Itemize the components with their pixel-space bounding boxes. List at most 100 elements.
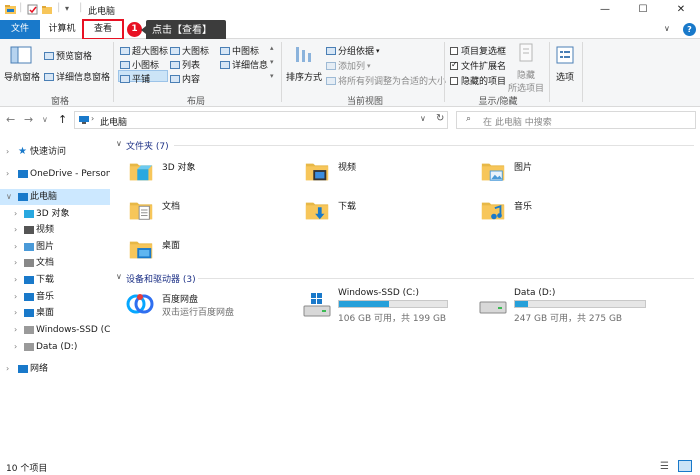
layout-scroll-up-icon[interactable]: ▴ <box>270 44 274 52</box>
folder-item[interactable]: 下载 <box>304 195 464 229</box>
device-data-drive[interactable]: Data (D:) 247 GB 可用，共 275 GB <box>478 288 648 324</box>
folder-item[interactable]: 3D 对象 <box>128 156 288 190</box>
layout-l-icons-label: 大图标 <box>182 47 210 57</box>
layout-list[interactable]: 列表 <box>170 58 200 71</box>
layout-details[interactable]: 详细信息 <box>220 58 268 71</box>
computer-icon <box>18 193 28 201</box>
file-extensions-toggle[interactable]: 文件扩展名 <box>450 59 506 72</box>
collapse-folders-icon[interactable]: ∨ <box>116 139 122 148</box>
large-icons-view-icon[interactable] <box>678 460 692 472</box>
chevron-right-icon[interactable]: › <box>6 144 9 160</box>
device-baidu-netdisk[interactable]: 百度网盘 双击运行百度网盘 <box>126 290 276 320</box>
folder-item[interactable]: 视频 <box>304 156 464 190</box>
folder-item[interactable]: 文档 <box>128 195 288 229</box>
tab-file[interactable]: 文件 <box>0 20 40 39</box>
device-name: 百度网盘 <box>162 295 199 305</box>
sort-by-button[interactable]: 排序方式 <box>286 45 322 83</box>
item-checkboxes-toggle[interactable]: 项目复选框 <box>450 44 506 57</box>
properties-icon[interactable] <box>27 4 38 15</box>
folder-item[interactable]: 桌面 <box>128 234 288 268</box>
options-button[interactable]: 选项 <box>552 45 578 83</box>
group-by-button[interactable]: 分组依据 ▾ <box>326 44 380 57</box>
layout-xl-icons[interactable]: 超大图标 <box>120 44 168 57</box>
step-number-badge: 1 <box>127 22 142 37</box>
close-button[interactable]: ✕ <box>662 0 700 20</box>
add-column-button[interactable]: 添加列 ▾ <box>326 59 371 72</box>
chevron-right-icon[interactable]: › <box>14 239 17 255</box>
layout-tiles[interactable]: 平铺 <box>120 72 150 85</box>
chevron-right-icon[interactable]: › <box>14 222 17 238</box>
explorer-icon <box>5 5 16 14</box>
chevron-right-icon[interactable]: › <box>14 322 17 338</box>
chevron-right-icon[interactable]: › <box>14 255 17 271</box>
sidebar-item-star[interactable]: › ★ 快速访问 <box>0 144 110 160</box>
chevron-right-icon[interactable]: › <box>14 272 17 288</box>
nav-pane-button[interactable]: 导航窗格 <box>4 45 40 83</box>
sidebar-item-label: 文档 <box>36 258 55 268</box>
fit-columns-button[interactable]: 将所有列调整为合适的大小 <box>326 74 446 87</box>
drive-usage-fill <box>515 301 529 307</box>
refresh-icon[interactable]: ↻ <box>436 113 444 124</box>
layout-scroll-down-icon[interactable]: ▾ <box>270 58 274 66</box>
hidden-items-checkbox[interactable] <box>450 76 458 85</box>
chevron-right-icon[interactable]: › <box>14 289 17 305</box>
chevron-right-icon[interactable]: › <box>6 166 9 182</box>
ribbon-separator <box>281 42 282 102</box>
help-icon[interactable]: ? <box>683 23 696 36</box>
details-pane-button[interactable]: 详细信息窗格 <box>44 70 110 83</box>
sidebar-item-desktop[interactable]: › 桌面 <box>0 305 110 321</box>
layout-l-icons[interactable]: 大图标 <box>170 44 209 57</box>
sidebar-item-drive[interactable]: › Data (D:) <box>0 339 110 355</box>
qat-dropdown-icon[interactable]: ▾ <box>65 4 69 13</box>
forward-arrow-icon[interactable]: → <box>24 113 33 126</box>
hide-selected-button[interactable]: 隐藏 所选项目 <box>506 43 546 94</box>
new-folder-icon[interactable] <box>42 4 53 15</box>
address-input[interactable] <box>74 111 448 129</box>
recent-locations-icon[interactable]: ∨ <box>42 115 48 124</box>
sidebar-item-music[interactable]: › 音乐 <box>0 289 110 305</box>
chevron-right-icon[interactable]: › <box>14 339 17 355</box>
back-arrow-icon[interactable]: ← <box>6 113 15 126</box>
device-name: Windows-SSD (C:) <box>338 288 419 298</box>
layout-content[interactable]: 内容 <box>170 72 200 85</box>
sidebar-item-downloads[interactable]: › 下载 <box>0 272 110 288</box>
minimize-button[interactable]: — <box>586 0 624 20</box>
chevron-right-icon[interactable]: › <box>14 305 17 321</box>
sidebar-item-drive[interactable]: › Windows-SSD (C:) <box>0 322 110 338</box>
layout-s-icons[interactable]: 小图标 <box>120 58 159 71</box>
preview-pane-button[interactable]: 预览窗格 <box>44 49 92 62</box>
layout-more-icon[interactable]: ▾ <box>270 72 274 80</box>
sidebar-item-network[interactable]: › 网络 <box>0 361 110 377</box>
sidebar-item-cloud[interactable]: › OneDrive - Persona <box>0 166 110 182</box>
breadcrumb-chevron-icon[interactable]: › <box>91 114 94 123</box>
sidebar-item-computer[interactable]: ∨ 此电脑 <box>0 189 110 205</box>
details-view-icon[interactable]: ☰ <box>660 461 669 472</box>
device-windows-ssd[interactable]: Windows-SSD (C:) 106 GB 可用，共 199 GB <box>302 288 452 324</box>
file-extensions-checkbox[interactable] <box>450 60 458 70</box>
up-arrow-icon[interactable]: ↑ <box>58 113 67 126</box>
layout-m-icons[interactable]: 中图标 <box>220 44 259 57</box>
chevron-right-icon[interactable]: › <box>6 361 9 377</box>
folders-section-header[interactable]: 文件夹 (7) <box>126 139 169 152</box>
sidebar-item-3d-objects[interactable]: › 3D 对象 <box>0 206 110 222</box>
tab-view[interactable]: 查看 <box>82 19 124 40</box>
address-dropdown-icon[interactable]: ∨ <box>420 114 426 123</box>
folder-item[interactable]: 图片 <box>480 156 640 190</box>
maximize-button[interactable]: ☐ <box>624 0 662 20</box>
hidden-items-toggle[interactable]: 隐藏的项目 <box>450 74 506 87</box>
chevron-down-icon[interactable]: ∨ <box>6 189 12 205</box>
tab-computer[interactable]: 计算机 <box>44 20 80 39</box>
breadcrumb-this-pc[interactable]: 此电脑 <box>100 115 127 128</box>
sidebar-item-videos[interactable]: › 视频 <box>0 222 110 238</box>
collapse-devices-icon[interactable]: ∨ <box>116 272 122 281</box>
item-checkboxes-checkbox[interactable] <box>450 46 458 55</box>
ribbon-separator <box>113 42 114 102</box>
chevron-down-icon[interactable]: ∨ <box>664 24 670 33</box>
folder-item[interactable]: 音乐 <box>480 195 640 229</box>
group-label-panes: 窗格 <box>50 97 69 107</box>
chevron-right-icon[interactable]: › <box>14 206 17 222</box>
sidebar-item-documents[interactable]: › 文档 <box>0 255 110 271</box>
details-icon <box>220 60 230 69</box>
sidebar-item-pictures[interactable]: › 图片 <box>0 239 110 255</box>
devices-section-header[interactable]: 设备和驱动器 (3) <box>126 272 196 285</box>
